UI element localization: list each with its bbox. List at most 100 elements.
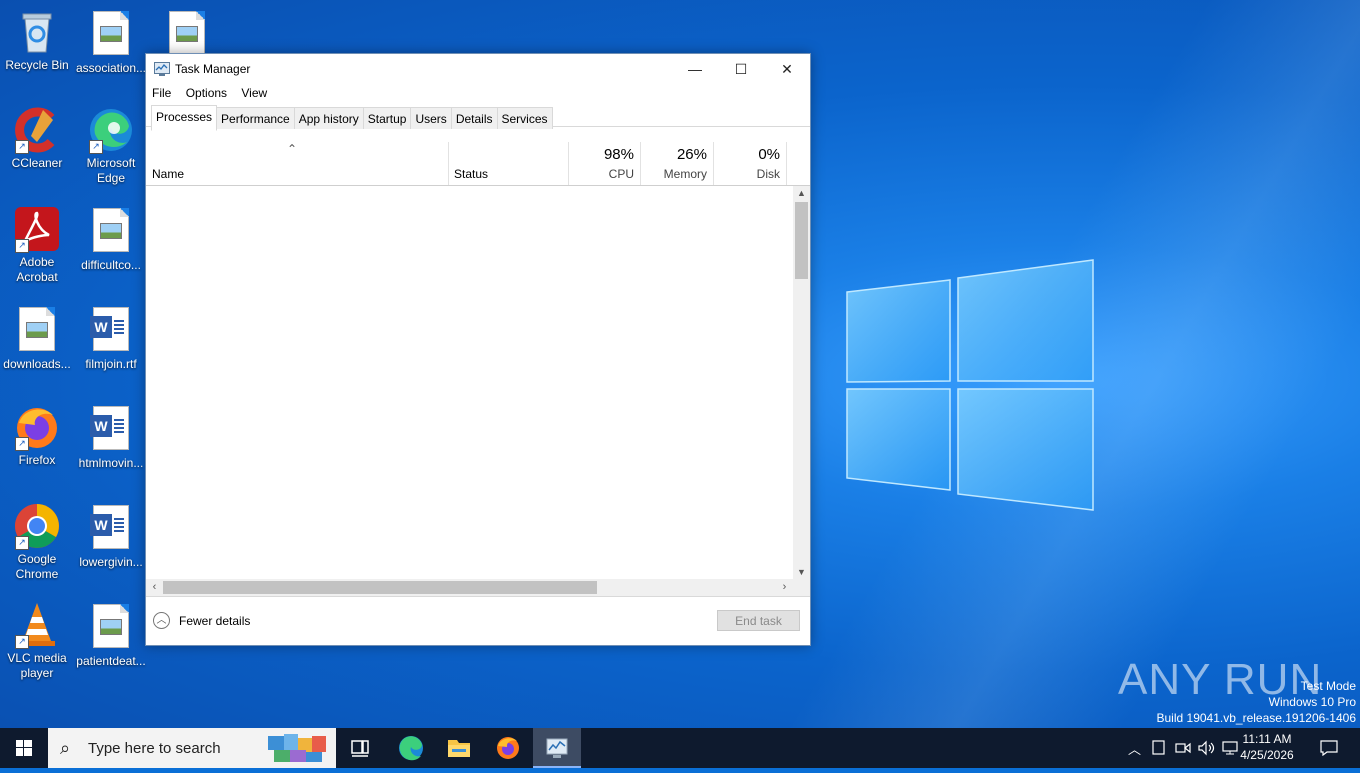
column-disk[interactable]: 0% Disk	[713, 142, 787, 185]
desktop-icon-label: Adobe Acrobat	[16, 255, 58, 284]
word-document-icon: W	[87, 406, 135, 454]
desktop-icon-label: CCleaner	[11, 156, 63, 170]
desktop-icon-firefox[interactable]: ↗ Firefox	[0, 403, 74, 468]
tab-app-history[interactable]: App history	[293, 107, 364, 129]
desktop-icon-vlc[interactable]: ↗ VLC media player	[0, 601, 74, 681]
desktop-icon-htmlmovin[interactable]: W htmlmovin...	[74, 403, 148, 471]
taskbar: ⌕ Type here to search ︿ 11:11 AM 4/25/20…	[0, 728, 1360, 768]
window-title: Task Manager	[175, 62, 251, 76]
desktop-icon-label: patientdeat...	[76, 654, 146, 668]
desktop-icon-patientdeat[interactable]: patientdeat...	[74, 601, 148, 669]
tab-users[interactable]: Users	[410, 107, 452, 129]
tab-startup[interactable]: Startup	[362, 107, 412, 129]
desktop-icon-chrome[interactable]: ↗ Google Chrome	[0, 502, 74, 582]
desktop-icon-difficultco[interactable]: difficultco...	[74, 205, 148, 273]
sort-chevron-up-icon: ⌃	[287, 142, 298, 156]
desktop-icon-label: lowergivin...	[79, 555, 143, 569]
menu-options[interactable]: Options	[186, 84, 232, 100]
taskbar-edge-button[interactable]	[387, 728, 435, 768]
menu-file[interactable]: File	[152, 84, 176, 100]
task-manager-icon	[154, 62, 170, 76]
shortcut-arrow-icon: ↗	[89, 140, 103, 154]
image-file-icon	[87, 11, 135, 59]
vlc-cone-icon: ↗	[13, 601, 61, 649]
column-status[interactable]: Status	[448, 142, 569, 185]
desktop-icon-downloads[interactable]: downloads...	[0, 304, 74, 372]
edge-icon: ↗	[87, 106, 135, 154]
volume-icon[interactable]	[1198, 740, 1216, 756]
taskbar-clock[interactable]: 11:11 AM 4/25/2026	[1236, 731, 1298, 763]
memory-percent: 26%	[676, 146, 707, 163]
maximize-button[interactable]: ☐	[718, 54, 764, 84]
show-hidden-icons-chevron-icon[interactable]: ︿	[1128, 739, 1141, 758]
notification-center-icon[interactable]	[1320, 740, 1338, 756]
vertical-scroll-thumb[interactable]	[795, 202, 808, 279]
desktop-icon-ccleaner[interactable]: ↗ CCleaner	[0, 106, 74, 171]
tab-services[interactable]: Services	[496, 107, 553, 129]
tray-box-icon[interactable]	[1152, 740, 1166, 756]
meet-now-icon[interactable]	[1175, 740, 1191, 756]
taskbar-firefox-button[interactable]	[484, 728, 532, 768]
scroll-down-arrow-icon[interactable]: ▼	[793, 567, 810, 577]
word-document-icon: W	[87, 307, 135, 355]
task-view-button[interactable]	[336, 728, 384, 768]
taskbar-task-manager-button[interactable]	[533, 728, 581, 768]
shortcut-arrow-icon: ↗	[15, 635, 29, 649]
search-placeholder: Type here to search	[88, 740, 221, 757]
desktop-icon-label: Firefox	[18, 453, 56, 467]
close-button[interactable]: ✕	[764, 54, 810, 84]
column-memory[interactable]: 26% Memory	[640, 142, 714, 185]
desktop-icon-adobe-acrobat[interactable]: ↗ Adobe Acrobat	[0, 205, 74, 285]
tab-details[interactable]: Details	[450, 107, 498, 129]
end-task-button[interactable]: End task	[717, 610, 800, 631]
recycle-bin-icon	[13, 8, 61, 56]
desktop-icon-label: htmlmovin...	[78, 456, 144, 470]
tab-performance[interactable]: Performance	[216, 107, 295, 129]
taskbar-search-box[interactable]: ⌕ Type here to search	[48, 728, 336, 768]
search-icon: ⌕	[60, 738, 71, 758]
clock-date: 4/25/2026	[1240, 748, 1294, 762]
tab-strip: Processes Performance App history Startu…	[146, 104, 810, 131]
desktop-icon-filmjoin[interactable]: W filmjoin.rtf	[74, 304, 148, 372]
windows-logo-wallpaper	[846, 259, 1094, 511]
horizontal-scrollbar[interactable]: ‹ ›	[146, 579, 793, 596]
menu-view[interactable]: View	[241, 84, 272, 100]
chrome-icon: ↗	[13, 502, 61, 550]
scroll-left-arrow-icon[interactable]: ‹	[146, 579, 163, 596]
desktop-icon-edge[interactable]: ↗ Microsoft Edge	[74, 106, 148, 186]
column-name[interactable]: ⌃ Name	[146, 142, 449, 185]
horizontal-scroll-thumb[interactable]	[163, 581, 597, 594]
desktop-icon-association[interactable]: association...	[74, 8, 148, 76]
shortcut-arrow-icon: ↗	[15, 239, 29, 253]
task-manager-window: Task Manager — ☐ ✕ File Options View Pro…	[145, 53, 811, 646]
tab-processes[interactable]: Processes	[151, 105, 218, 131]
scroll-right-arrow-icon[interactable]: ›	[776, 579, 793, 596]
taskbar-file-explorer-button[interactable]	[435, 728, 483, 768]
column-cpu[interactable]: 98% CPU	[568, 142, 641, 185]
desktop-icon-recycle-bin[interactable]: Recycle Bin	[0, 8, 74, 73]
desktop-icon-lowergivin[interactable]: W lowergivin...	[74, 502, 148, 570]
fewer-details-link[interactable]: Fewer details	[179, 614, 250, 628]
desktop-icon-label: Google Chrome	[15, 552, 59, 581]
scroll-up-arrow-icon[interactable]: ▲	[793, 188, 810, 198]
shortcut-arrow-icon: ↗	[15, 437, 29, 451]
scroll-corner	[793, 579, 810, 596]
windows-start-icon	[16, 740, 32, 756]
desktop-icon-label: difficultco...	[81, 258, 141, 272]
acrobat-icon: ↗	[13, 205, 61, 253]
search-highlight-puzzle-icon	[268, 734, 326, 762]
image-file-icon	[87, 604, 135, 652]
task-view-icon	[351, 740, 369, 757]
vertical-scrollbar[interactable]: ▲ ▼	[793, 186, 810, 579]
ccleaner-icon: ↗	[13, 106, 61, 154]
window-footer: ︿ Fewer details End task	[146, 596, 810, 646]
shortcut-arrow-icon: ↗	[15, 536, 29, 550]
desktop-icon-label: VLC media player	[7, 651, 67, 680]
title-bar[interactable]: Task Manager — ☐ ✕	[146, 54, 810, 84]
minimize-button[interactable]: —	[672, 54, 718, 84]
chevron-up-circle-icon[interactable]: ︿	[153, 612, 170, 629]
start-button[interactable]	[0, 728, 48, 768]
desktop-icon-label: Microsoft Edge	[86, 156, 136, 185]
task-manager-icon	[546, 738, 568, 758]
test-mode-watermark: Test Mode Windows 10 Pro Build 19041.vb_…	[1156, 679, 1357, 725]
